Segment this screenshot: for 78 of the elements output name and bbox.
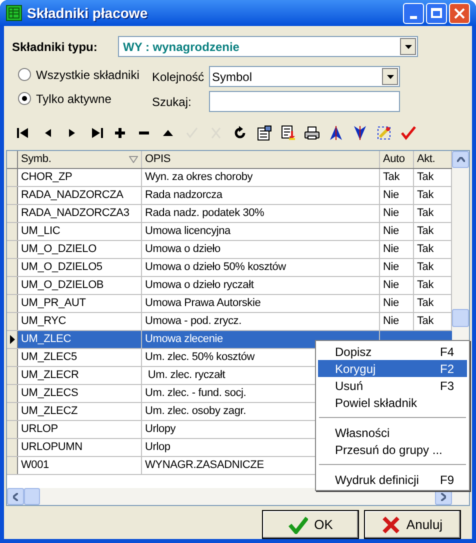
printer-icon[interactable] xyxy=(304,125,320,141)
ok-button[interactable]: OK xyxy=(262,510,359,539)
table-cell: Umowa o dzieło ryczałt xyxy=(142,277,380,294)
table-cell: Nie xyxy=(380,205,414,222)
horizontal-scrollbar[interactable] xyxy=(7,488,469,505)
table-cell: Wyn. za okres choroby xyxy=(142,169,380,186)
table-cell: Rada nadzorcza xyxy=(142,187,380,204)
table-cell: Nie xyxy=(380,259,414,276)
app-icon xyxy=(6,5,22,21)
table-cell: UM_O_DZIELO5 xyxy=(18,259,142,276)
table-cell: W001 xyxy=(18,457,142,474)
table-cell: Tak xyxy=(380,169,414,186)
table-cell: UM_ZLECZ xyxy=(18,403,142,420)
close-icon xyxy=(454,8,465,18)
column-header[interactable]: Symb. xyxy=(18,151,142,168)
document-icon[interactable] xyxy=(280,125,296,141)
column-header[interactable]: Auto xyxy=(380,151,414,168)
up-arrow-icon[interactable] xyxy=(328,125,344,141)
table-cell: Umowa o dzieło 50% kosztów xyxy=(142,259,380,276)
search-label: Szukaj: xyxy=(152,94,192,110)
current-row-icon xyxy=(10,335,14,344)
table-cell: UM_PR_AUT xyxy=(18,295,142,312)
table-cell: UM_ZLEC5 xyxy=(18,349,142,366)
table-cell: Nie xyxy=(380,223,414,240)
table-cell: Rada nadz. podatek 30% xyxy=(142,205,380,222)
down-arrow-icon[interactable] xyxy=(352,125,368,141)
table-cell: Umowa - pod. zrycz. xyxy=(142,313,380,330)
type-dropdown[interactable]: WY : wynagrodzenie xyxy=(118,36,418,57)
table-cell: URLOP xyxy=(18,421,142,438)
minimize-icon xyxy=(410,16,417,18)
window-title: Składniki płacowe xyxy=(27,4,148,23)
plus-icon[interactable] xyxy=(112,125,128,141)
table-cell: UM_ZLECR xyxy=(18,367,142,384)
form-icon[interactable] xyxy=(256,125,272,141)
table-cell: UM_O_DZIELOB xyxy=(18,277,142,294)
column-header[interactable]: OPIS xyxy=(142,151,380,168)
cancel-button[interactable]: Anuluj xyxy=(364,510,461,539)
minimize-button[interactable] xyxy=(403,2,424,24)
sort-icon[interactable] xyxy=(129,156,138,163)
checkmark-icon xyxy=(288,516,308,534)
table-cell: UM_ZLECS xyxy=(18,385,142,402)
table-cell: URLOPUMN xyxy=(18,439,142,456)
table-cell: Nie xyxy=(380,241,414,258)
order-label: Kolejność xyxy=(152,68,206,86)
table-cell: RADA_NADZORCZA3 xyxy=(18,205,142,222)
table-cell: CHOR_ZP xyxy=(18,169,142,186)
radio-label: Wszystkie składniki xyxy=(36,66,140,84)
table-cell: UM_ZLEC xyxy=(18,331,142,348)
menu-item[interactable]: Wydruk definicji F9 xyxy=(318,471,467,488)
close-button[interactable] xyxy=(449,2,470,24)
search-field[interactable] xyxy=(209,91,400,112)
menu-item[interactable]: Koryguj F2 xyxy=(318,360,467,377)
cross-icon xyxy=(382,516,400,534)
table-cell: UM_O_DZIELO xyxy=(18,241,142,258)
table-cell: Nie xyxy=(380,313,414,330)
table-cell: Umowa o dzieło xyxy=(142,241,380,258)
scroll-thumb[interactable] xyxy=(452,309,469,327)
table-cell: UM_LIC xyxy=(18,223,142,240)
row-indicator[interactable] xyxy=(7,331,18,348)
radio-label: Tylko aktywne xyxy=(36,90,112,108)
refresh-icon[interactable] xyxy=(232,125,248,141)
table-cell: Umowa Prawa Autorskie xyxy=(142,295,380,312)
table-cell: Nie xyxy=(380,295,414,312)
scroll-up-icon[interactable] xyxy=(452,151,469,168)
table-cell: Nie xyxy=(380,277,414,294)
maximize-icon xyxy=(431,8,442,18)
table-cell: UM_RYC xyxy=(18,313,142,330)
table-cell: Nie xyxy=(380,187,414,204)
table-cell: RADA_NADZORCZA xyxy=(18,187,142,204)
order-dropdown[interactable]: Symbol xyxy=(209,66,400,87)
radio-button[interactable] xyxy=(18,68,31,81)
table-cell: Umowa licencyjna xyxy=(142,223,380,240)
type-label: Składniki typu: xyxy=(12,38,98,56)
radio-button[interactable] xyxy=(18,92,31,105)
scroll-left-icon[interactable] xyxy=(7,488,24,505)
scroll-thumb[interactable] xyxy=(24,488,40,505)
checkmark-icon[interactable] xyxy=(400,125,416,141)
maximize-button[interactable] xyxy=(426,2,447,24)
